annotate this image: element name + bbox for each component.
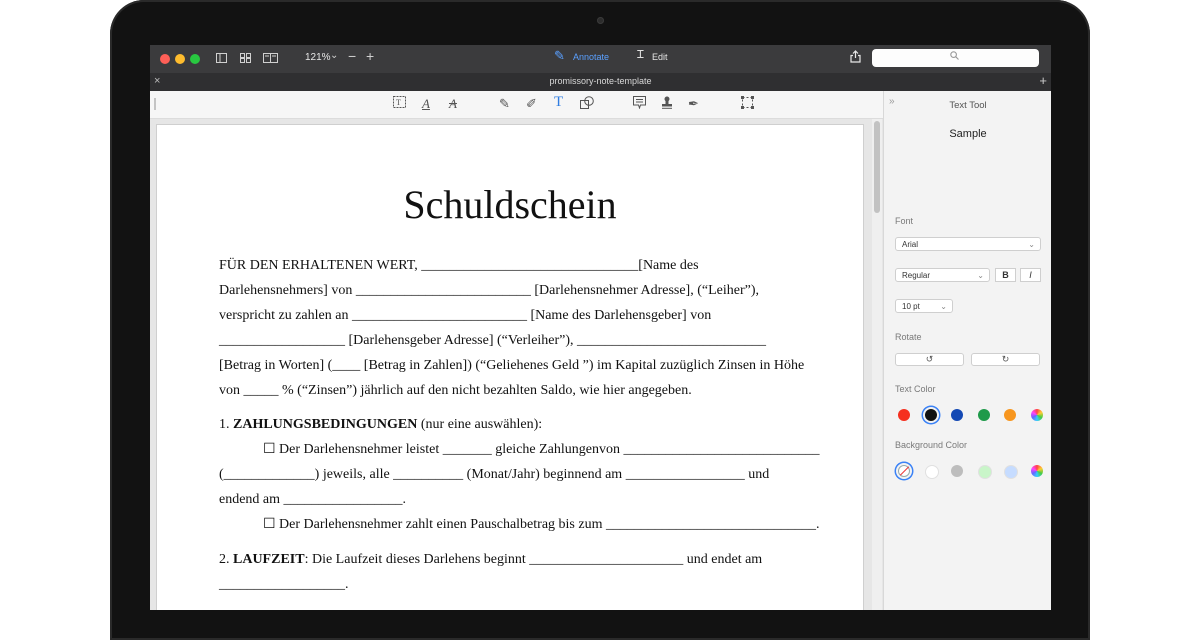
background-color-swatch[interactable] (1030, 465, 1043, 477)
tab-bar: × promissory-note-template + (150, 73, 1051, 91)
payment-option-line: (_____________) jeweils, alle __________… (219, 467, 770, 482)
share-icon[interactable] (850, 50, 861, 66)
annotate-button[interactable]: Annotate (573, 52, 609, 62)
text-color-swatch[interactable] (977, 409, 990, 421)
sidebar-toggle-icon[interactable] (216, 51, 227, 67)
annotate-pen-icon[interactable]: ✎ (554, 48, 565, 64)
background-color-swatch[interactable] (977, 465, 992, 479)
rotate-right-button[interactable]: ↻ (971, 353, 1040, 366)
font-size-value: 10 pt (902, 302, 920, 311)
intro-line: FÜR DEN ERHALTENEN WERT, _______________… (219, 258, 699, 273)
chevron-down-icon: ⌄ (977, 271, 984, 280)
zoom-in-icon[interactable]: + (366, 48, 374, 64)
text-color-swatch[interactable] (924, 409, 937, 421)
intro-line: verspricht zu zahlen an ________________… (219, 308, 712, 323)
title-bar: 121% ⌄ − + ✎ Annotate Ꮖ Edit (150, 45, 1051, 73)
zoom-level[interactable]: 121% (305, 52, 331, 63)
background-color-swatch[interactable] (951, 465, 963, 477)
intro-line: von _____ % (“Zinsen”) jährlich auf den … (219, 383, 692, 398)
inspector-sidebar: » Text Tool Sample Font Arial ⌄ Regular … (883, 91, 1051, 610)
background-color-swatch[interactable] (1004, 465, 1018, 479)
scrollbar-thumb[interactable] (874, 121, 880, 213)
rotate-label: Rotate (895, 332, 922, 342)
font-style-value: Regular (902, 271, 931, 280)
section-term: 2. LAUFZEIT: Die Laufzeit dieses Darlehe… (219, 547, 809, 597)
document-viewport[interactable]: Schuldschein FÜR DEN ERHALTENEN WERT, __… (150, 119, 883, 610)
payment-option-line: endend am _________________. (219, 492, 407, 507)
annotation-toolbar: T A A ✎ ✐ T ✒ (150, 91, 883, 119)
rotate-right-icon: ↻ (1001, 354, 1010, 364)
background-color-swatch[interactable] (924, 465, 939, 479)
app-window: 121% ⌄ − + ✎ Annotate Ꮖ Edit × promissor… (150, 45, 1051, 610)
search-icon (950, 51, 959, 63)
text-color-label: Text Color (895, 384, 936, 394)
font-style-select[interactable]: Regular ⌄ (895, 268, 990, 282)
intro-line: __________________ [Darlehensgeber Adres… (219, 333, 767, 348)
intro-paragraph: FÜR DEN ERHALTENEN WERT, _______________… (219, 253, 809, 403)
new-tab-icon[interactable]: + (1039, 73, 1047, 88)
payment-option-lump-sum[interactable]: ☐ Der Darlehensnehmer zahlt einen Pausch… (219, 512, 819, 537)
bold-button[interactable]: B (995, 268, 1016, 282)
font-family-value: Arial (902, 240, 919, 249)
section-heading: 1. ZAHLUNGSBEDINGUNGEN (nur eine auswähl… (219, 412, 809, 437)
underline-tool-icon[interactable]: A (422, 96, 430, 112)
close-window-button[interactable] (160, 54, 170, 64)
section-number: 2. (219, 552, 230, 567)
text-box-tool-icon[interactable]: T (393, 96, 406, 112)
stamp-tool-icon[interactable] (661, 96, 673, 113)
text-tool-icon[interactable]: T (554, 94, 563, 110)
minimize-window-button[interactable] (175, 54, 185, 64)
payment-option-installments[interactable]: ☐ Der Darlehensnehmer leistet _______ gl… (219, 437, 820, 462)
intro-line: [Betrag in Worten] (____ [Betrag in Zahl… (219, 358, 805, 373)
text-color-swatch[interactable] (951, 409, 963, 421)
rotate-left-button[interactable]: ↺ (895, 353, 964, 366)
background-color-swatch[interactable] (898, 465, 910, 477)
search-input[interactable] (872, 49, 1039, 67)
italic-button[interactable]: I (1020, 268, 1041, 282)
chevron-down-icon: ⌄ (940, 302, 947, 311)
edit-button[interactable]: Edit (652, 52, 668, 62)
zoom-out-icon[interactable]: − (348, 48, 356, 64)
sidebar-title: Text Tool (949, 100, 987, 111)
section-payment-terms: 1. ZAHLUNGSBEDINGUNGEN (nur eine auswähl… (219, 412, 820, 537)
vertical-scrollbar[interactable] (872, 119, 882, 610)
svg-text:T: T (396, 98, 401, 107)
section-text: : Die Laufzeit dieses Darlehens beginnt … (304, 552, 763, 567)
zoom-chevron-icon[interactable]: ⌄ (330, 50, 338, 61)
text-color-swatch[interactable] (1004, 409, 1016, 421)
section-title: LAUFZEIT (233, 552, 305, 567)
font-label: Font (895, 216, 914, 226)
signature-tool-icon[interactable]: ✒ (688, 96, 699, 112)
font-sample-preview: Sample (949, 128, 987, 140)
intro-line: Darlehensnehmers] von __________________… (219, 283, 760, 298)
tab-title[interactable]: promissory-note-template (150, 76, 1051, 86)
thumbnails-grid-icon[interactable] (240, 51, 251, 67)
zoom-window-button[interactable] (190, 54, 200, 64)
font-family-select[interactable]: Arial ⌄ (895, 237, 1041, 251)
document-title: Schuldschein (403, 182, 617, 227)
strikethrough-tool-icon[interactable]: A (449, 96, 457, 112)
crop-selection-icon[interactable] (741, 96, 754, 113)
section-number: 1. (219, 417, 230, 432)
highlighter-tool-icon[interactable]: ✐ (526, 96, 537, 112)
note-tool-icon[interactable] (633, 96, 646, 113)
toolbar-grip[interactable] (154, 98, 156, 110)
chevron-down-icon: ⌄ (1028, 240, 1035, 249)
section-heading: 2. LAUFZEIT: Die Laufzeit dieses Darlehe… (219, 547, 809, 572)
two-page-view-icon[interactable] (263, 51, 278, 67)
rotate-left-icon: ↺ (925, 354, 934, 364)
document-page[interactable]: Schuldschein FÜR DEN ERHALTENEN WERT, __… (157, 125, 863, 610)
background-color-label: Background Color (895, 440, 968, 450)
text-color-swatch[interactable] (898, 409, 910, 421)
section-note: (nur eine auswählen): (420, 417, 543, 432)
section-text-line: __________________. (219, 577, 349, 592)
edit-text-icon[interactable]: Ꮖ (637, 49, 644, 62)
shapes-tool-icon[interactable] (580, 96, 594, 113)
camera-dot (597, 17, 604, 24)
font-size-select[interactable]: 10 pt ⌄ (895, 299, 953, 313)
section-title: ZAHLUNGSBEDINGUNGEN (233, 417, 418, 432)
text-color-swatch[interactable] (1030, 409, 1043, 421)
pencil-tool-icon[interactable]: ✎ (499, 96, 510, 112)
